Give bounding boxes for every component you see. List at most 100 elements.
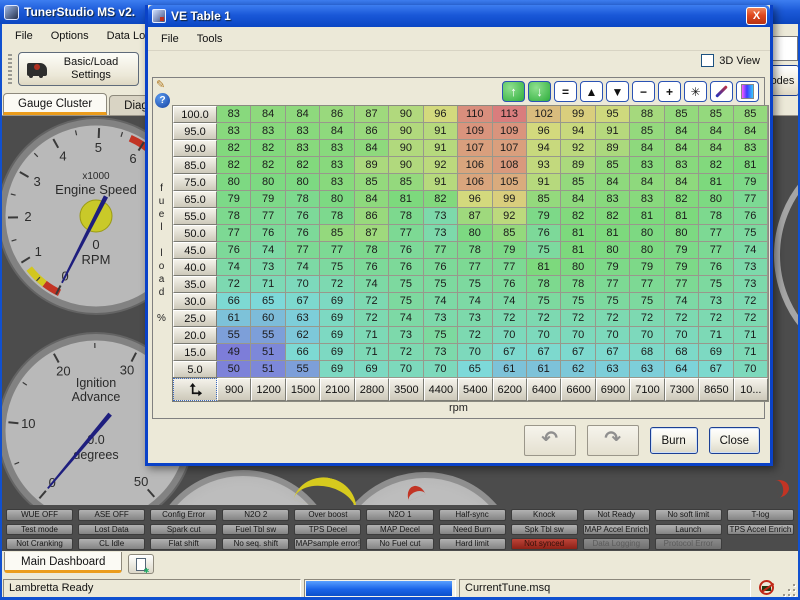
ve-cell[interactable]: 89 — [596, 140, 630, 157]
ve-cell[interactable]: 79 — [630, 259, 664, 276]
ve-cell[interactable]: 81 — [665, 208, 699, 225]
ve-cell[interactable]: 63 — [596, 361, 630, 378]
ve-cell[interactable]: 67 — [699, 361, 733, 378]
ve-cell[interactable]: 71 — [734, 327, 768, 344]
ve-cell[interactable]: 75 — [320, 259, 354, 276]
ve-cell[interactable]: 76 — [699, 259, 733, 276]
ve-cell[interactable]: 78 — [527, 276, 561, 293]
ve-cell[interactable]: 78 — [458, 242, 492, 259]
ve-cell[interactable]: 69 — [355, 361, 389, 378]
x-bin-header[interactable]: 6200 — [493, 378, 527, 401]
close-button[interactable]: Close — [709, 427, 760, 454]
ve-cell[interactable]: 77 — [699, 225, 733, 242]
y-bin-header[interactable]: 45.0 — [173, 242, 217, 259]
x-bin-header[interactable]: 4400 — [424, 378, 458, 401]
ve-cell[interactable]: 84 — [596, 174, 630, 191]
color-gradient-icon[interactable] — [736, 81, 759, 102]
basic-load-settings-button[interactable]: Basic/Load Settings — [18, 52, 139, 86]
y-bin-header[interactable]: 15.0 — [173, 344, 217, 361]
ve-cell[interactable]: 68 — [630, 344, 664, 361]
ve-cell[interactable]: 102 — [527, 106, 561, 123]
ve-cell[interactable]: 75 — [699, 276, 733, 293]
increment-up-icon[interactable]: ↑ — [502, 81, 525, 102]
ve-cell[interactable]: 69 — [320, 327, 354, 344]
ve-cell[interactable]: 96 — [527, 123, 561, 140]
ve-cell[interactable]: 74 — [458, 293, 492, 310]
ve-cell[interactable]: 73 — [734, 259, 768, 276]
ve-cell[interactable]: 80 — [458, 225, 492, 242]
ve-cell[interactable]: 110 — [458, 106, 492, 123]
ve-cell[interactable]: 75 — [561, 293, 595, 310]
ve-cell[interactable]: 73 — [424, 310, 458, 327]
ve-cell[interactable]: 75 — [424, 276, 458, 293]
ve-cell[interactable]: 75 — [458, 276, 492, 293]
ve-cell[interactable]: 70 — [458, 344, 492, 361]
dialog-menu-file[interactable]: File — [152, 30, 188, 48]
ve-cell[interactable]: 75 — [527, 242, 561, 259]
ve-cell[interactable]: 77 — [493, 259, 527, 276]
ve-cell[interactable]: 73 — [734, 276, 768, 293]
x-bin-header[interactable]: 8650 — [699, 378, 733, 401]
ve-cell[interactable]: 70 — [424, 361, 458, 378]
ve-cell[interactable]: 91 — [424, 174, 458, 191]
ve-cell[interactable]: 85 — [493, 225, 527, 242]
ve-cell[interactable]: 84 — [734, 123, 768, 140]
ve-cell[interactable]: 91 — [424, 140, 458, 157]
ve-cell[interactable]: 82 — [217, 157, 251, 174]
ve-cell[interactable]: 72 — [355, 310, 389, 327]
x-bin-header[interactable]: 6400 — [527, 378, 561, 401]
ve-cell[interactable]: 70 — [596, 327, 630, 344]
ve-cell[interactable]: 71 — [251, 276, 285, 293]
view-3d-option[interactable]: 3D View — [701, 54, 760, 67]
ve-cell[interactable]: 75 — [389, 293, 423, 310]
x-bin-header[interactable]: 7300 — [665, 378, 699, 401]
ve-cell[interactable]: 79 — [493, 242, 527, 259]
menu-file[interactable]: File — [6, 27, 42, 45]
ve-cell[interactable]: 72 — [734, 293, 768, 310]
toolbar-input-partial[interactable] — [771, 36, 798, 61]
ve-cell[interactable]: 77 — [458, 259, 492, 276]
toolbar-grip[interactable] — [8, 54, 12, 84]
ve-cell[interactable]: 85 — [389, 174, 423, 191]
ve-cell[interactable]: 92 — [561, 140, 595, 157]
ve-cell[interactable]: 55 — [251, 327, 285, 344]
ve-cell[interactable]: 84 — [665, 140, 699, 157]
ve-cell[interactable]: 84 — [699, 123, 733, 140]
ve-cell[interactable]: 74 — [665, 293, 699, 310]
ve-cell[interactable]: 70 — [734, 361, 768, 378]
ve-cell[interactable]: 86 — [320, 106, 354, 123]
ve-cell[interactable]: 74 — [286, 259, 320, 276]
decrease-icon[interactable]: ▼ — [606, 81, 629, 102]
ve-cell[interactable]: 88 — [630, 106, 664, 123]
ve-cell[interactable]: 73 — [389, 327, 423, 344]
ve-cell[interactable]: 84 — [665, 123, 699, 140]
minus-icon[interactable]: − — [632, 81, 655, 102]
ve-cell[interactable]: 84 — [630, 140, 664, 157]
ve-cell[interactable]: 74 — [493, 293, 527, 310]
ve-cell[interactable]: 73 — [699, 293, 733, 310]
ve-cell[interactable]: 109 — [458, 123, 492, 140]
ve-cell[interactable]: 70 — [665, 327, 699, 344]
increase-icon[interactable]: ▲ — [580, 81, 603, 102]
new-dashboard-button[interactable] — [128, 554, 154, 574]
ve-cell[interactable]: 50 — [217, 361, 251, 378]
ve-cell[interactable]: 73 — [424, 208, 458, 225]
ve-cell[interactable]: 69 — [320, 310, 354, 327]
ve-cell[interactable]: 83 — [320, 140, 354, 157]
ve-cell[interactable]: 73 — [424, 225, 458, 242]
ve-cell[interactable]: 107 — [493, 140, 527, 157]
ve-cell[interactable]: 90 — [389, 157, 423, 174]
ve-cell[interactable]: 81 — [527, 259, 561, 276]
ve-cell[interactable]: 83 — [286, 123, 320, 140]
x-bin-header[interactable]: 1500 — [286, 378, 320, 401]
ve-cell[interactable]: 82 — [665, 191, 699, 208]
ve-cell[interactable]: 66 — [286, 344, 320, 361]
interpolate-pencil-icon[interactable] — [710, 81, 733, 102]
ve-cell[interactable]: 72 — [458, 327, 492, 344]
ve-cell[interactable]: 87 — [355, 225, 389, 242]
ve-cell[interactable]: 79 — [596, 259, 630, 276]
ve-cell[interactable]: 86 — [355, 208, 389, 225]
scale-icon[interactable]: ✳ — [684, 81, 707, 102]
ve-cell[interactable]: 82 — [424, 191, 458, 208]
ve-cell[interactable]: 82 — [251, 140, 285, 157]
